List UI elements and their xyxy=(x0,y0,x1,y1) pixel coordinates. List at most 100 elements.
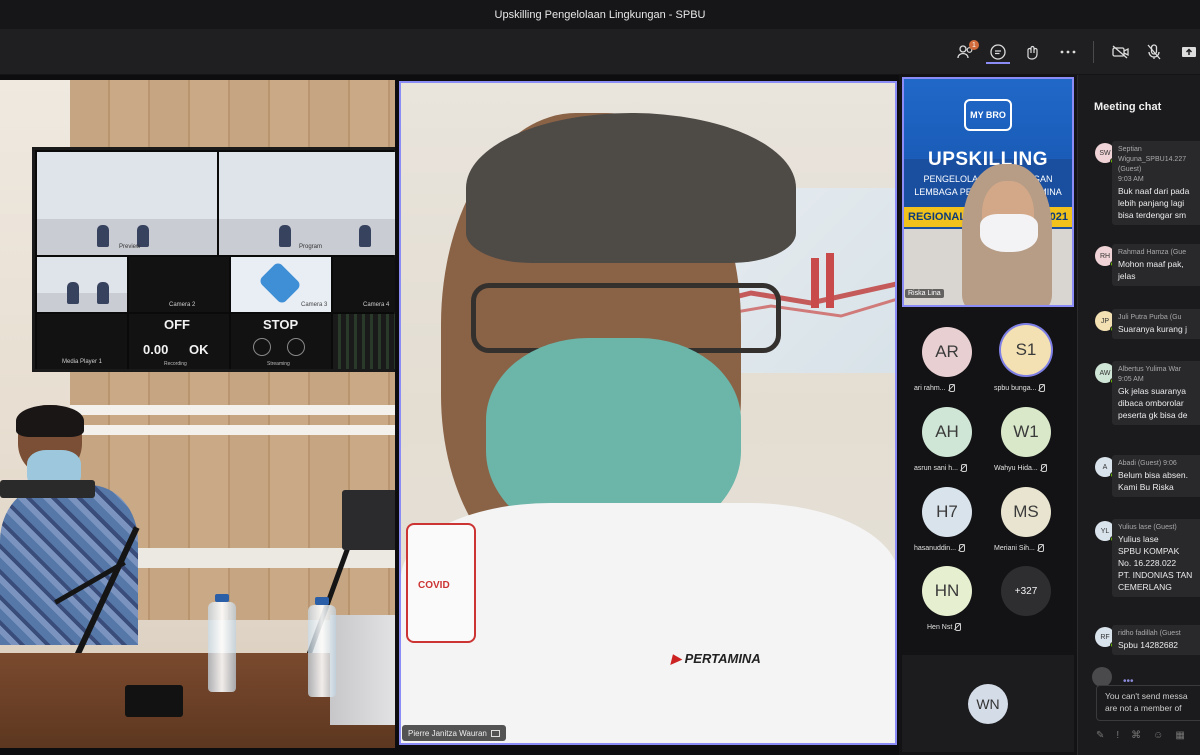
monitor-back xyxy=(342,490,395,550)
spotlight-avatar: WN xyxy=(968,684,1008,724)
tv-media: Media Player 1 xyxy=(37,314,127,369)
participant-avatar[interactable]: S1 xyxy=(1001,325,1051,375)
avatar-initials: SW xyxy=(1099,149,1111,157)
chat-message[interactable]: Juli Putra Purba (Gu Suaranya kurang j xyxy=(1112,309,1200,339)
camera-toggle-button[interactable] xyxy=(1108,39,1134,65)
mic-toggle-button[interactable] xyxy=(1141,39,1167,65)
chat-message[interactable]: Abadi (Guest) 9:06 Belum bisa absen. Kami … xyxy=(1112,455,1200,497)
tv-ok: OK xyxy=(189,342,209,357)
message-text: Belum bisa absen. xyxy=(1118,470,1188,480)
participant-avatar[interactable]: HN xyxy=(922,566,972,616)
tv-audio-meters xyxy=(333,314,395,369)
room-video-tile[interactable]: Preview Program Camera 2 Camera 3 Camera… xyxy=(0,80,395,748)
gif-icon[interactable]: ▦ xyxy=(1175,730,1184,741)
pinned-video-tile[interactable]: MY BRO UPSKILLING PENGELOLAAN LINGKUNGAN… xyxy=(902,77,1074,307)
covid-patch: COVID xyxy=(406,523,476,643)
typing-avatar xyxy=(1092,667,1112,687)
participant-name-text: Wahyu Hida... xyxy=(994,464,1038,472)
more-actions-button[interactable] xyxy=(1055,39,1081,65)
message-text: jelas xyxy=(1118,271,1136,281)
message-text: No. 16.228.022 xyxy=(1118,558,1177,568)
title-bar: Upskilling Pengelolaan Lingkungan - SPBU xyxy=(0,0,1200,29)
chat-icon xyxy=(990,44,1006,60)
tv-label: Streaming xyxy=(267,361,290,367)
tv-camera: Camera 2 xyxy=(129,257,229,312)
message-text: Buk naaf dari pada xyxy=(1118,186,1190,196)
pertamina-logo: ▶ PERTAMINA xyxy=(671,651,761,666)
message-time: 9:05 AM xyxy=(1118,376,1144,383)
chat-message[interactable]: Albertus Yulima War 9:05 AM Gk jelas suara… xyxy=(1112,361,1200,425)
window-title: Upskilling Pengelolaan Lingkungan - SPBU xyxy=(494,8,706,21)
notice-line: are not a member of xyxy=(1105,703,1182,713)
mybro-logo: MY BRO xyxy=(964,99,1012,131)
participant-name: asrun sani h... xyxy=(914,464,967,472)
avatar-initials: JP xyxy=(1100,317,1110,325)
chat-title: Meeting chat xyxy=(1094,101,1162,113)
reactions-button[interactable] xyxy=(1019,39,1045,65)
camera-off-icon xyxy=(1112,45,1129,59)
meeting-chat-panel: Meeting chat SW Septian Wiguna_SPBU14.227 (… xyxy=(1077,75,1200,755)
share-icon xyxy=(1182,47,1196,57)
participant-name-text: Hen Nst xyxy=(927,623,953,631)
tv-label: Media Player 1 xyxy=(62,359,103,365)
tv-program: Program xyxy=(219,152,395,255)
message-author: Abadi (Guest) 9:06 xyxy=(1118,460,1177,467)
avatar-initials: RH xyxy=(1099,252,1111,260)
participants-button[interactable]: 1 xyxy=(953,39,979,65)
toolbar-divider xyxy=(1093,41,1094,63)
message-text: lebih panjang lagi xyxy=(1118,198,1185,208)
message-guest: (Guest) xyxy=(1118,166,1142,173)
chat-message[interactable]: ridho fadillah (Guest Spbu 14282682 xyxy=(1112,625,1200,655)
active-speaker-tile[interactable]: COVID ▶ PERTAMINA xyxy=(399,81,897,745)
participants-badge: 1 xyxy=(969,40,979,50)
mic-off-icon xyxy=(948,384,955,392)
participant-name-text: Meriani Sih... xyxy=(994,544,1035,552)
chair xyxy=(0,480,95,498)
mic-off-icon xyxy=(954,623,962,631)
message-time: 9:03 AM xyxy=(1118,176,1144,183)
message-text: SPBU KOMPAK xyxy=(1118,546,1180,556)
participant-name-text: spbu bunga... xyxy=(994,384,1037,392)
tv-time: 0.00 xyxy=(143,342,169,357)
meeting-toolbar: 1 xyxy=(0,29,1200,75)
banner-brand: MY BRO xyxy=(970,110,1006,120)
participant-avatar[interactable]: AH xyxy=(922,407,972,457)
participant-name-text: hasanuddin... xyxy=(914,544,957,552)
message-author: Rahmad Hamza (Gue xyxy=(1118,249,1187,256)
speaker-name: Pierre Janitza Wauran xyxy=(408,728,487,738)
avatar-initials: RF xyxy=(1100,633,1110,641)
avatar-initials: YL xyxy=(1100,527,1110,535)
more-icon xyxy=(1060,50,1076,54)
pertamina-text: PERTAMINA xyxy=(684,651,761,666)
participant-avatar[interactable]: H7 xyxy=(922,487,972,537)
tv-label: Camera 3 xyxy=(301,302,328,308)
chat-message[interactable]: Rahmad Hamza (Gue Mohon maaf pak, jelas xyxy=(1112,244,1200,286)
attach-icon[interactable]: ⌘ xyxy=(1131,730,1141,741)
participant-name: Meriani Sih... xyxy=(994,544,1044,552)
tv-streaming: STOP Streaming xyxy=(231,314,331,369)
water-bottle xyxy=(308,605,336,697)
tv-label: Program xyxy=(299,244,323,250)
more-participants-button[interactable]: +327 xyxy=(1001,566,1051,616)
tv-label: Preview xyxy=(119,244,141,250)
share-button[interactable] xyxy=(1176,39,1200,65)
chat-message[interactable]: Septian Wiguna_SPBU14.227 (Guest) 9:03 AM Bu… xyxy=(1112,141,1200,225)
participant-avatar[interactable]: W1 xyxy=(1001,407,1051,457)
bottle-cap xyxy=(315,597,329,605)
participant-name: Hen Nst xyxy=(927,623,962,631)
participant-avatar[interactable]: AR xyxy=(922,327,972,377)
message-author: Septian xyxy=(1118,146,1142,153)
format-icon[interactable]: ✎ xyxy=(1096,730,1104,741)
participant-name-text: asrun sani h... xyxy=(914,464,958,472)
compose-toolbar: ✎ ! ⌘ ☺ ▦ xyxy=(1096,730,1185,741)
tv-preview: Preview xyxy=(37,152,217,255)
mic-off-icon xyxy=(1037,544,1044,552)
important-icon[interactable]: ! xyxy=(1116,730,1119,741)
mic-off-icon xyxy=(1038,384,1046,392)
mic-off-icon xyxy=(1040,464,1047,472)
mic-off-icon xyxy=(958,544,966,552)
tv-camera xyxy=(37,257,127,312)
participant-avatar[interactable]: MS xyxy=(1001,487,1051,537)
chat-message[interactable]: Yulius lase (Guest) Yulius lase SPBU KOMPA… xyxy=(1112,519,1200,597)
emoji-icon[interactable]: ☺ xyxy=(1153,730,1163,741)
